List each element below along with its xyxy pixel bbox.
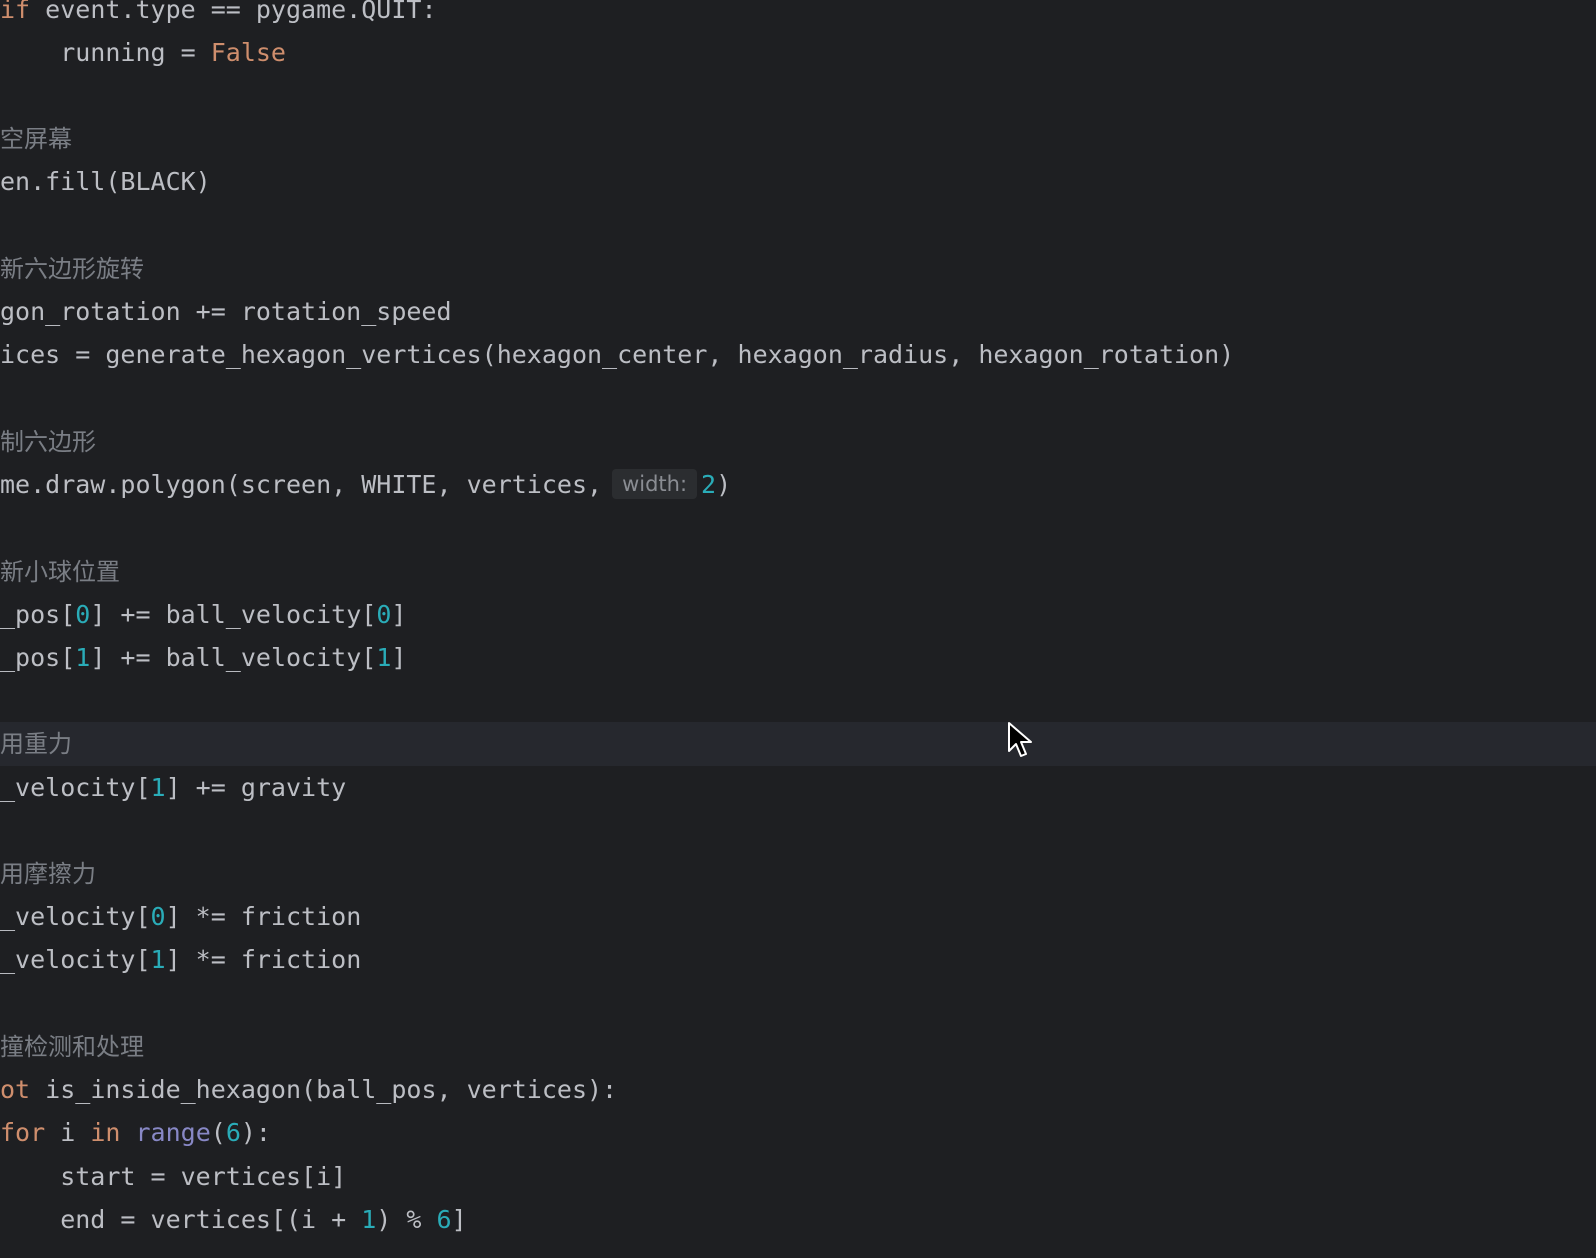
code-text: is_inside_hexagon(ball_pos, vertices): (30, 1075, 618, 1104)
code-line: _velocity[1] *= friction (0, 938, 1596, 982)
code-text: ] += gravity (165, 773, 347, 802)
code-text: ] += ball_velocity[ (90, 600, 377, 629)
code-text: ] += ball_velocity[ (90, 643, 377, 672)
number-literal: 6 (436, 1205, 452, 1234)
number-literal: 0 (376, 600, 392, 629)
number-literal: 1 (361, 1205, 377, 1234)
comment-text: 制六边形 (0, 428, 96, 456)
number-literal: 2 (701, 470, 717, 499)
code-text: en.fill(BLACK) (0, 167, 211, 196)
code-line: _velocity[0] *= friction (0, 895, 1596, 939)
number-literal: 1 (150, 773, 166, 802)
keyword: False (210, 38, 286, 67)
code-text: ] (391, 643, 407, 672)
code-text: _velocity[ (0, 773, 151, 802)
code-text: ] *= friction (165, 902, 362, 931)
code-text: ): (240, 1118, 271, 1147)
code-line: ices = generate_hexagon_vertices(hexagon… (0, 333, 1596, 377)
keyword: if (0, 0, 31, 24)
keyword: for (0, 1118, 46, 1147)
comment-text: 新六边形旋转 (0, 255, 144, 283)
code-text: ] *= friction (165, 945, 362, 974)
comment-line: 用摩擦力 (0, 852, 1596, 896)
number-literal: 0 (75, 600, 91, 629)
code-line: _pos[1] += ball_velocity[1] (0, 636, 1596, 680)
code-text: ( (210, 1118, 226, 1147)
code-line: en.fill(BLACK) (0, 160, 1596, 204)
code-text: ] (391, 600, 407, 629)
code-text: me.draw.polygon(screen, WHITE, vertices, (0, 470, 603, 499)
code-text: _velocity[ (0, 945, 151, 974)
number-literal: 1 (75, 643, 91, 672)
code-text: ) % (376, 1205, 437, 1234)
comment-line: 空屏幕 (0, 117, 1596, 161)
code-line: if event.type == pygame.QUIT: (0, 0, 1596, 32)
number-literal: 0 (150, 902, 166, 931)
comment-text: 撞检测和处理 (0, 1033, 144, 1061)
comment-line: 新六边形旋转 (0, 247, 1596, 291)
comment-text: 空屏幕 (0, 125, 72, 153)
comment-line: 新小球位置 (0, 550, 1596, 594)
code-text: ] (451, 1205, 467, 1234)
code-line: gon_rotation += rotation_speed (0, 290, 1596, 334)
code-line: running = False (0, 31, 1596, 75)
code-line: _pos[0] += ball_velocity[0] (0, 593, 1596, 637)
keyword: in (90, 1118, 121, 1147)
code-editor[interactable]: if event.type == pygame.QUIT: running = … (0, 0, 1596, 1258)
code-text: running = (0, 38, 211, 67)
code-text: gon_rotation += rotation_speed (0, 297, 452, 326)
code-text: i (45, 1118, 91, 1147)
code-text: _velocity[ (0, 902, 151, 931)
code-line: me.draw.polygon(screen, WHITE, vertices,… (0, 463, 1596, 507)
code-text: start = vertices[i] (0, 1162, 347, 1191)
mouse-pointer-icon (1008, 722, 1032, 757)
code-line: end = vertices[(i + 1) % 6] (0, 1198, 1596, 1242)
code-line: start = vertices[i] (0, 1155, 1596, 1199)
builtin-function: range (135, 1118, 211, 1147)
comment-line: 撞检测和处理 (0, 1025, 1596, 1069)
comment-line: 制六边形 (0, 420, 1596, 464)
code-text: event.type == pygame.QUIT: (30, 0, 437, 24)
number-literal: 1 (376, 643, 392, 672)
code-text: _pos[ (0, 643, 76, 672)
keyword: ot (0, 1075, 31, 1104)
number-literal: 1 (150, 945, 166, 974)
code-line: for i in range(6): (0, 1111, 1596, 1155)
code-text: end = vertices[(i + (0, 1205, 362, 1234)
comment-line-current: 用重力 (0, 722, 1596, 766)
code-text: _pos[ (0, 600, 76, 629)
comment-text: 新小球位置 (0, 558, 120, 586)
code-line: ot is_inside_hexagon(ball_pos, vertices)… (0, 1068, 1596, 1112)
parameter-hint: width: (612, 469, 698, 499)
comment-text: 用重力 (0, 730, 72, 758)
code-text: ices = generate_hexagon_vertices(hexagon… (0, 340, 1235, 369)
code-line: _velocity[1] += gravity (0, 766, 1596, 810)
comment-text: 用摩擦力 (0, 860, 96, 888)
number-literal: 6 (225, 1118, 241, 1147)
code-text: ) (716, 470, 732, 499)
